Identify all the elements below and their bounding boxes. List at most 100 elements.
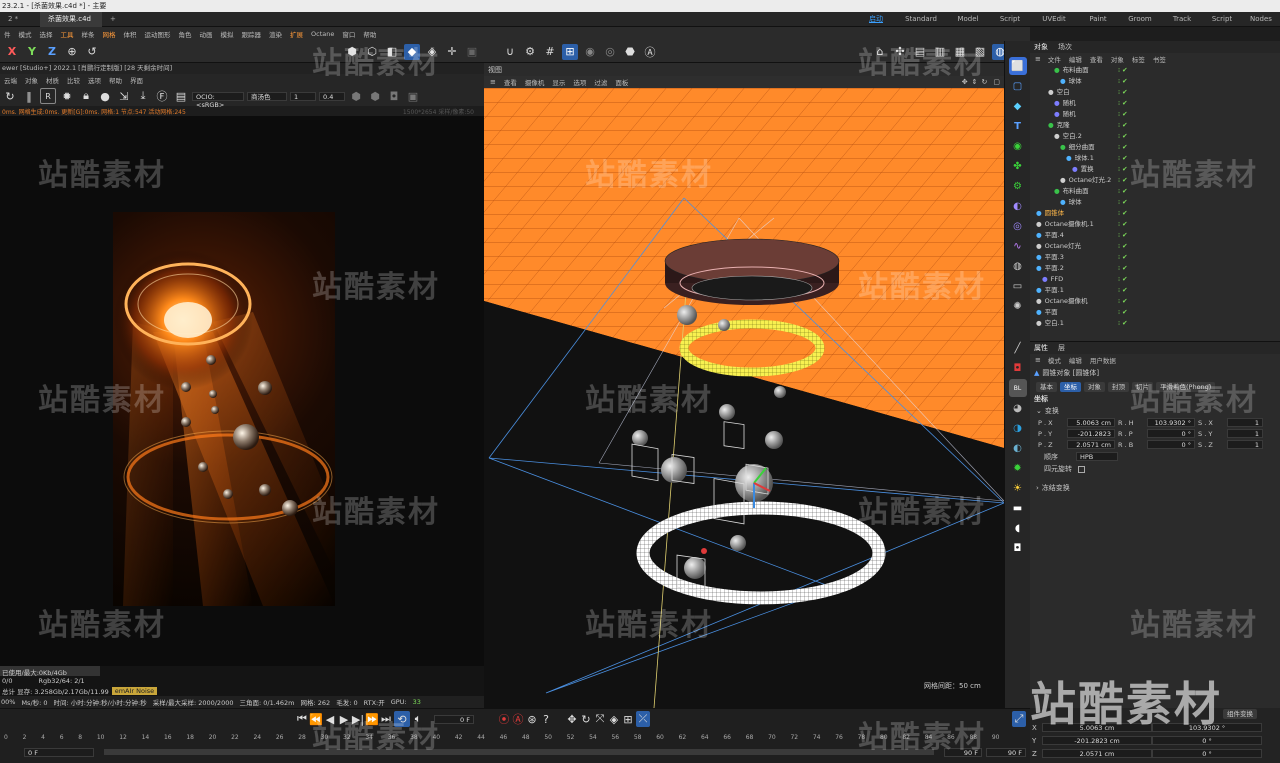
object-tree-item[interactable]: ● 随机 ⁝ ✔ (1030, 109, 1280, 120)
layout-tab-paint[interactable]: Paint (1078, 15, 1118, 23)
current-frame-field[interactable]: 0 F (434, 714, 474, 724)
object-tree-item[interactable]: ● 细分曲面 ⁝ ✔ (1030, 142, 1280, 153)
edges-mode-icon[interactable]: ⬡ (364, 44, 380, 60)
prev-key-icon[interactable]: ⏪ (309, 711, 323, 727)
object-visibility-toggles[interactable]: ⁝ ✔ (1118, 263, 1128, 274)
menu-mograph[interactable]: 运动图形 (141, 29, 175, 39)
tonemap-select[interactable]: 商汤色 (247, 91, 287, 101)
help-icon[interactable]: ? (540, 711, 552, 727)
lv-menu-compare[interactable]: 比较 (63, 75, 84, 85)
coord-x-pos[interactable]: 5.0063 cm (1042, 723, 1152, 732)
vp-menu-view[interactable]: 查看 (500, 77, 521, 87)
object-visibility-toggles[interactable]: ⁝ ✔ (1118, 76, 1128, 87)
lv-save-icon[interactable]: ⤓ (135, 88, 151, 104)
prev-frame-icon[interactable]: ◀ (324, 711, 336, 727)
transform-field-value[interactable]: 5.0063 cm (1067, 418, 1115, 427)
octane-contrast2-icon[interactable]: ◐ (1009, 439, 1027, 457)
key-param-icon[interactable]: ◈ (608, 711, 620, 727)
lv-menu-help[interactable]: 帮助 (105, 75, 126, 85)
ocio-select[interactable]: OCIO:<sRGB> (192, 91, 244, 109)
coord-y-pos[interactable]: -201.2823 cm (1042, 736, 1152, 745)
play-icon[interactable]: ▶ (338, 711, 350, 727)
vp-menu-display[interactable]: 显示 (548, 77, 569, 87)
object-visibility-toggles[interactable]: ⁝ ✔ (1118, 175, 1128, 186)
lv-lock-icon[interactable]: 🔒︎ (78, 88, 94, 104)
subtab-coord[interactable]: 坐标 (1060, 381, 1081, 392)
sound-icon[interactable]: 🔈︎ (412, 711, 424, 727)
object-tree-item[interactable]: ● 圆锥体 ⁝ ✔ (1030, 208, 1280, 219)
axis-x-button[interactable]: X (4, 44, 20, 60)
vp-menu-camera[interactable]: 摄像机 (521, 77, 549, 87)
snap-settings-icon[interactable]: ⚙ (522, 44, 538, 60)
octane-logo-icon[interactable]: BL (1008, 379, 1027, 397)
viewport-menu-icon[interactable]: ≡ (486, 78, 500, 86)
object-tree-item[interactable]: ● 平面.2 ⁝ ✔ (1030, 263, 1280, 274)
model-mode-icon[interactable]: ◆ (404, 43, 420, 60)
cube-icon[interactable]: ⬜ (1008, 57, 1027, 75)
subtab-slice[interactable]: 切片 (1132, 381, 1153, 392)
effector-icon[interactable]: ◎ (1009, 217, 1027, 235)
environment-icon[interactable]: ◍ (1009, 257, 1027, 275)
keyframe-icon[interactable]: ⊛ (526, 711, 538, 727)
lv-export-icon[interactable]: ⇲ (116, 88, 132, 104)
menu-render[interactable]: 渲染 (265, 29, 286, 39)
object-tree-item[interactable]: ● 随机 ⁝ ✔ (1030, 98, 1280, 109)
object-visibility-toggles[interactable]: ⁝ ✔ (1118, 241, 1128, 252)
new-tab-button[interactable]: + (102, 12, 124, 27)
layout-tab-groom[interactable]: Groom (1118, 15, 1162, 23)
menu-character[interactable]: 角色 (175, 29, 196, 39)
cloth-icon[interactable]: ⌂ (872, 44, 888, 60)
key-scale-icon[interactable]: ⤧ (594, 711, 606, 727)
menu-tools[interactable]: 工具 (57, 29, 78, 39)
lv-channel-icon[interactable]: ▤ (173, 88, 189, 104)
document-tab[interactable]: 2 * (0, 12, 40, 27)
object-visibility-toggles[interactable]: ⁝ ✔ (1118, 296, 1128, 307)
picture-viewer-icon[interactable]: ▧ (972, 44, 988, 60)
layout-tab-nodes[interactable]: Nodes (1242, 15, 1280, 23)
object-tree-item[interactable]: ● 球体 ⁝ ✔ (1030, 76, 1280, 87)
lv-sphere-icon[interactable]: ● (97, 88, 113, 104)
subtab-caps[interactable]: 封顶 (1108, 381, 1129, 392)
texture-mode-icon[interactable]: ◈ (424, 44, 440, 60)
attributes-menu-icon[interactable]: ≡ (1032, 356, 1044, 364)
gamma-field[interactable]: 0.4 (319, 91, 345, 101)
deformer-icon[interactable]: ⚙ (1009, 177, 1027, 195)
text-icon[interactable]: T (1009, 117, 1027, 135)
brush-icon[interactable]: ╱ (1009, 339, 1027, 357)
solo-icon[interactable]: ▣ (464, 44, 480, 60)
object-visibility-toggles[interactable]: ⁝ ✔ (1118, 274, 1128, 285)
render-settings-icon[interactable]: ⬣ (622, 44, 638, 60)
object-visibility-toggles[interactable]: ⁝ ✔ (1118, 208, 1128, 219)
menu-octane[interactable]: Octane (307, 30, 338, 38)
attributes-tab[interactable]: 属性 (1034, 343, 1048, 353)
object-tree-item[interactable]: ● 球体.1 ⁝ ✔ (1030, 153, 1280, 164)
lv-menu-cloud[interactable]: 云端 (0, 75, 21, 85)
lv-restart-icon[interactable]: ↻ (2, 88, 18, 104)
object-tree-item[interactable]: ● 空白.1 ⁝ ✔ (1030, 318, 1280, 329)
object-visibility-toggles[interactable]: ⁝ ✔ (1118, 252, 1128, 263)
spline-deformer-icon[interactable]: ∿ (1009, 237, 1027, 255)
layout-tab-script-2[interactable]: Script (1202, 15, 1242, 23)
autokey-icon[interactable]: Ⓐ (512, 711, 524, 727)
obj-menu-file[interactable]: 文件 (1044, 54, 1065, 64)
lv-menu-materials[interactable]: 材质 (42, 75, 63, 85)
transform-field-value[interactable]: 1 (1227, 440, 1263, 449)
goto-end-icon[interactable]: ⏭ (380, 711, 392, 727)
coord-z-pos[interactable]: 2.0571 cm (1042, 749, 1152, 758)
transform-field-value[interactable]: 2.0571 cm (1067, 440, 1115, 449)
menu-volume[interactable]: 体积 (120, 29, 141, 39)
3d-viewport[interactable]: 网格间距：50 cm (484, 88, 1004, 708)
object-tree-item[interactable]: ● 布料曲面 ⁝ ✔ (1030, 186, 1280, 197)
octane-area-light-icon[interactable]: ▬ (1009, 499, 1027, 517)
axis-mode-icon[interactable]: ✛ (444, 44, 460, 60)
layout-tab-uvedit[interactable]: UVEdit (1030, 15, 1078, 23)
vp-maximize-icon[interactable]: ▢ (989, 78, 1004, 86)
object-visibility-toggles[interactable]: ⁝ ✔ (1118, 98, 1128, 109)
key-rotate-icon[interactable]: ↻ (580, 711, 592, 727)
clapboard-3-icon[interactable]: ▦ (952, 44, 968, 60)
transform-field-value[interactable]: -201.2823 (1067, 429, 1115, 438)
transform-field-value[interactable]: 1 (1227, 429, 1263, 438)
freeze-collapse-icon[interactable]: › (1036, 484, 1039, 492)
primitive-cube-icon[interactable]: ◆ (1009, 97, 1027, 115)
octane-render-icon[interactable]: ◘ (1009, 359, 1027, 377)
